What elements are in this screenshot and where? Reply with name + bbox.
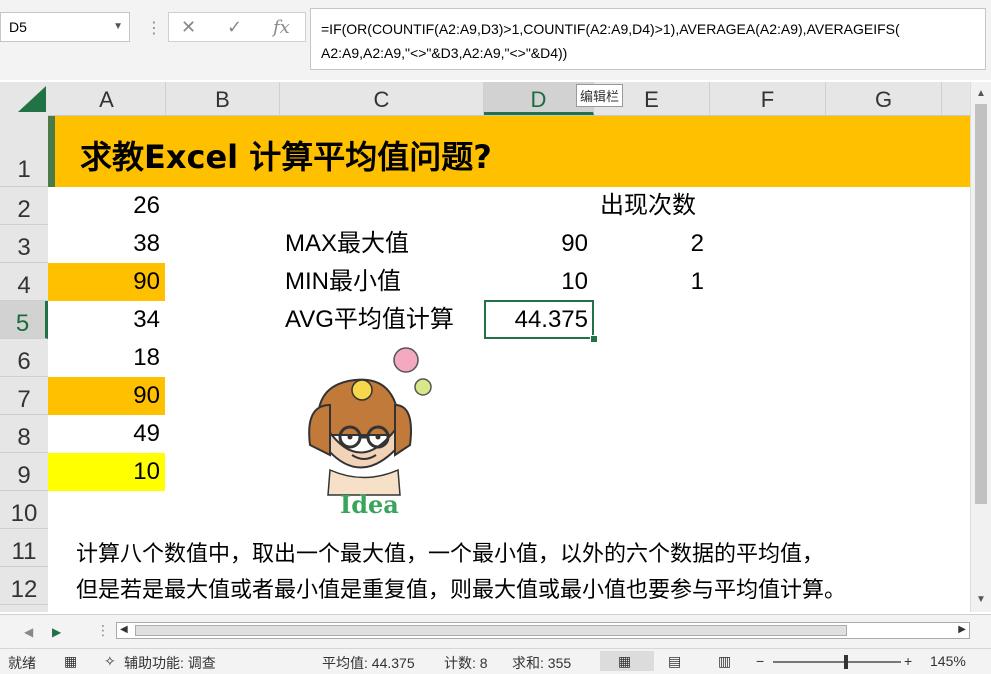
row-header-11[interactable]: 11 [0,529,48,567]
idea-cartoon-image: Idea [308,347,432,519]
cell-a7[interactable]: 90 [48,377,165,415]
name-box-value: D5 [9,19,27,35]
zoom-in-button[interactable]: + [904,653,912,669]
column-header-b[interactable]: B [166,82,280,115]
formula-area: D5 ▼ ⋮ ✕ ✓ fx =IF(OR(COUNTIF(A2:A9,D3)>1… [0,0,991,80]
cell-e2-count-header[interactable]: 出现次数 [600,187,696,225]
macro-record-icon[interactable]: ▦ [64,653,77,670]
zoom-slider-thumb[interactable] [844,655,848,669]
cell-e3-max-count[interactable]: 2 [594,225,704,263]
lightbulb-icon [414,378,432,396]
cancel-icon[interactable]: ✕ [181,17,196,38]
zoom-slider[interactable] [773,661,901,663]
horizontal-scrollbar[interactable]: ◀ ▶ [116,622,970,639]
accessibility-status[interactable]: 辅助功能: 调查 [124,653,216,673]
scroll-down-icon[interactable]: ▼ [976,594,986,605]
formula-input[interactable]: =IF(OR(COUNTIF(A2:A9,D3)>1,COUNTIF(A2:A9… [310,8,986,70]
insert-function-icon[interactable]: fx [273,17,290,38]
fill-handle[interactable] [590,335,598,343]
row-header-3[interactable]: 3 [0,225,48,263]
cell-c4-min-label[interactable]: MIN最小值 [285,263,401,301]
row-header-12[interactable]: 12 [0,567,48,605]
formula-tools: ✕ ✓ fx [168,12,306,42]
note-line-2[interactable]: 但是若是最大值或者最小值是重复值，则最大值或最小值也要参与平均值计算。 [76,572,846,604]
status-average[interactable]: 平均值: 44.375 [322,653,415,673]
cell-a9[interactable]: 10 [48,453,165,491]
horizontal-scroll-thumb[interactable] [135,625,847,636]
row-header-2[interactable]: 2 [0,187,48,225]
page-break-preview-icon[interactable]: ▥ [718,653,731,670]
zoom-out-button[interactable]: − [756,653,764,669]
column-headers: A B C D E F G [0,82,970,116]
drag-handle-icon[interactable]: ⋮ [146,18,162,38]
scroll-up-icon[interactable]: ▲ [976,88,986,99]
next-sheet-icon[interactable]: ▶ [52,625,61,639]
sheet-title: 求教Excel 计算平均值问题? [80,138,492,176]
cartoon-label: Idea [340,490,399,519]
scroll-left-icon[interactable]: ◀ [120,624,128,635]
cell-a5[interactable]: 34 [48,301,160,339]
status-sum[interactable]: 求和: 355 [512,653,571,673]
cell-a6[interactable]: 18 [48,339,160,377]
row-header-4[interactable]: 4 [0,263,48,301]
zoom-level[interactable]: 145% [930,653,966,669]
name-box[interactable]: D5 ▼ [0,12,130,42]
status-bar: 就绪 ▦ ✧ 辅助功能: 调查 平均值: 44.375 计数: 8 求和: 35… [0,648,991,674]
cell-a3[interactable]: 38 [48,225,160,263]
row-header-9[interactable]: 9 [0,453,48,491]
lightbulb-icon [393,347,419,373]
cell-a4[interactable]: 90 [48,263,165,301]
cell-c3-max-label[interactable]: MAX最大值 [285,225,409,263]
accessibility-icon[interactable]: ✧ [104,653,116,670]
row-header-6[interactable]: 6 [0,339,48,377]
cell-a8[interactable]: 49 [48,415,160,453]
prev-sheet-icon[interactable]: ◀ [24,625,33,639]
cell-d4-min[interactable]: 10 [484,263,588,301]
vertical-scrollbar[interactable]: ▲ ▼ [970,82,991,612]
column-header-g[interactable]: G [826,82,942,115]
cell-e4-min-count[interactable]: 1 [594,263,704,301]
row-header-10[interactable]: 10 [0,491,48,529]
cell-a2[interactable]: 26 [48,187,160,225]
select-all-button[interactable] [18,86,46,112]
row-header-8[interactable]: 8 [0,415,48,453]
normal-view-icon: ▦ [618,653,632,669]
status-count[interactable]: 计数: 8 [444,653,488,673]
scroll-right-icon[interactable]: ▶ [958,624,966,635]
column-header-c[interactable]: C [280,82,484,115]
row-header-7[interactable]: 7 [0,377,48,415]
column-header-f[interactable]: F [710,82,826,115]
enter-icon[interactable]: ✓ [227,17,242,38]
row-header-1[interactable]: 1 [0,115,48,187]
lightbulb-icon [351,379,373,401]
page-layout-icon[interactable]: ▤ [668,653,681,670]
drag-handle-icon[interactable]: ⋮ [96,622,110,639]
status-ready: 就绪 [8,655,36,671]
column-header-a[interactable]: A [48,82,166,115]
formula-bar-tooltip: 编辑栏 [576,84,624,107]
cell-c5-avg-label[interactable]: AVG平均值计算 [285,301,454,339]
title-accent-bar [48,116,55,187]
cell-d3-max[interactable]: 90 [484,225,588,263]
active-cell-border [484,300,594,339]
note-line-1[interactable]: 计算八个数值中，取出一个最大值，一个最小值，以外的六个数据的平均值， [76,536,824,568]
row-header-5[interactable]: 5 [0,301,48,339]
row-headers: 1 2 3 4 5 6 7 8 9 10 11 12 [0,115,48,612]
chevron-down-icon[interactable]: ▼ [113,13,123,41]
vertical-scroll-thumb[interactable] [975,104,987,504]
